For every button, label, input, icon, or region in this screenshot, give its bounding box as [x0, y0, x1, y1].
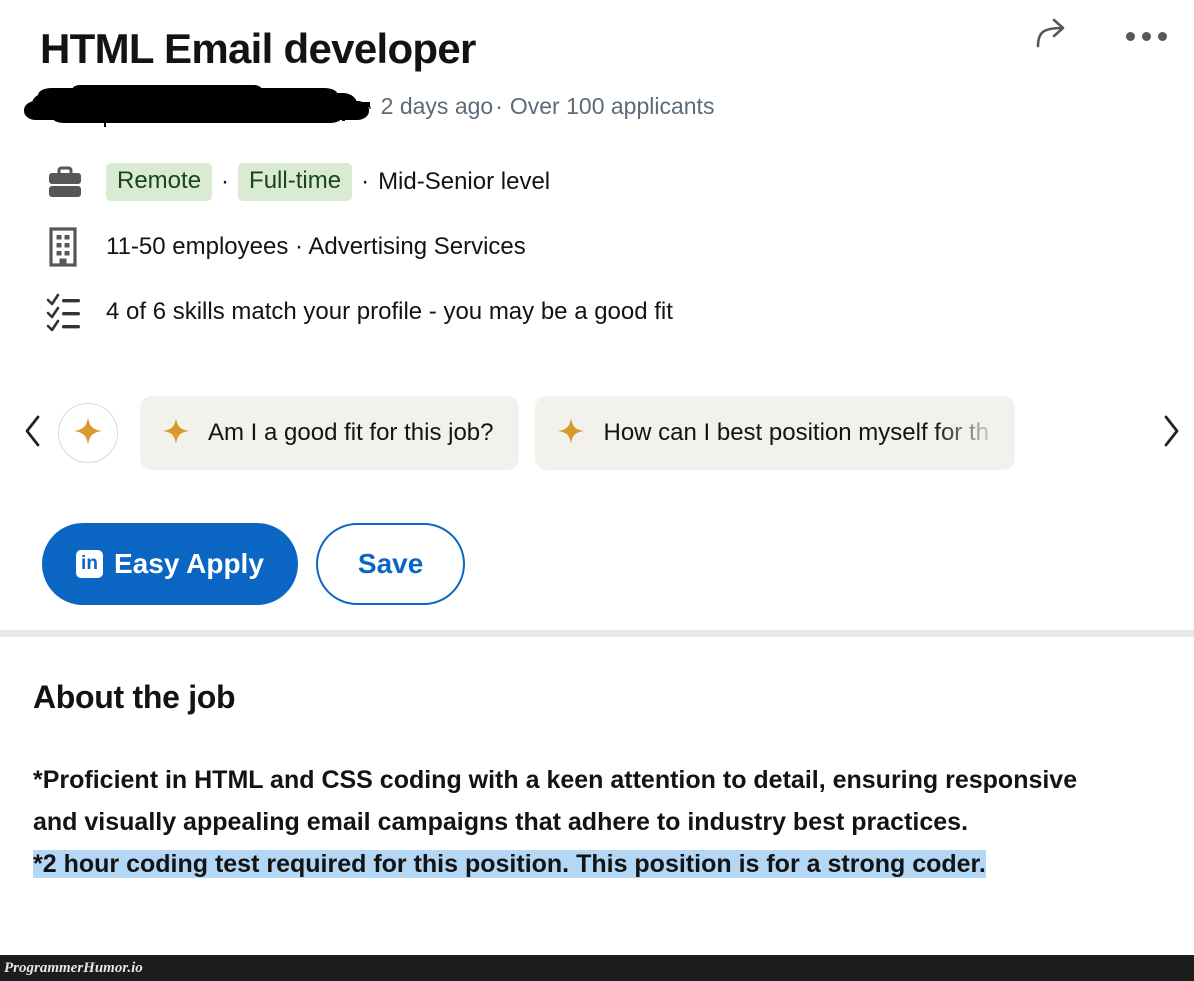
- chevron-right-icon: [1161, 414, 1181, 453]
- about-heading: About the job: [33, 679, 236, 715]
- chevron-left-icon: [23, 414, 43, 453]
- share-button[interactable]: [1030, 14, 1074, 58]
- detail-text-company-size: 11-50 employees · Advertising Services: [106, 233, 526, 260]
- job-details-list: Remote · Full-time · Mid-Senior level 11…: [46, 160, 673, 334]
- company-name-redaction: [24, 84, 370, 127]
- applicant-count: Over 100 applicants: [509, 92, 715, 119]
- share-arrow-icon: [1032, 18, 1072, 55]
- about-description: *Proficient in HTML and CSS coding with …: [33, 760, 1123, 885]
- detail-row-company-size: 11-50 employees · Advertising Services: [46, 225, 673, 269]
- watermark-text: ProgrammerHumor.io: [4, 959, 143, 976]
- ai-suggestions-carousel: Am I a good fit for this job? How can I …: [0, 392, 1194, 474]
- ai-assistant-button[interactable]: [58, 403, 118, 463]
- sparkle-icon: [557, 417, 585, 450]
- easy-apply-button[interactable]: in Easy Apply: [42, 523, 298, 605]
- ai-suggestion-chip-list: Am I a good fit for this job? How can I …: [140, 392, 1194, 474]
- section-divider: [0, 630, 1194, 637]
- action-buttons: in Easy Apply Save: [42, 523, 466, 605]
- carousel-prev-button[interactable]: [16, 414, 50, 453]
- ai-suggestion-chip[interactable]: Am I a good fit for this job?: [140, 396, 520, 470]
- carousel-next-button[interactable]: [1154, 406, 1188, 460]
- ai-suggestion-chip-label: Am I a good fit for this job?: [208, 419, 494, 446]
- company-meta-line: · 2 days ago · Over 100 applicants: [24, 85, 715, 127]
- about-paragraph: *Proficient in HTML and CSS coding with …: [33, 766, 1078, 836]
- detail-separator-2: ·: [361, 168, 370, 195]
- ai-suggestion-chip-label: How can I best position myself for th: [603, 419, 989, 446]
- page-title: HTML Email developer: [40, 25, 476, 72]
- briefcase-icon: [46, 164, 86, 200]
- about-highlighted-line: *2 hour coding test required for this po…: [33, 849, 986, 878]
- more-options-button[interactable]: [1124, 14, 1168, 58]
- seniority-level: Mid-Senior level: [378, 168, 551, 195]
- more-options-icon: [1125, 31, 1167, 41]
- badge-remote: Remote: [106, 162, 213, 202]
- detail-row-skills-match: 4 of 6 skills match your profile - you m…: [46, 290, 673, 334]
- badge-fulltime: Full-time: [238, 162, 353, 202]
- ai-suggestion-chip[interactable]: How can I best position myself for th: [535, 396, 1015, 470]
- job-posting-page: HTML Email developer · 2 days ago · Over…: [0, 0, 1194, 981]
- building-icon: [46, 227, 86, 267]
- meta-separator-2: ·: [495, 92, 503, 119]
- detail-text-employment: Remote · Full-time · Mid-Senior level: [106, 162, 551, 202]
- save-button[interactable]: Save: [315, 523, 466, 605]
- checklist-icon: [46, 291, 86, 333]
- detail-separator-1: ·: [221, 168, 230, 195]
- linkedin-logo-icon: in: [76, 550, 103, 578]
- detail-row-employment: Remote · Full-time · Mid-Senior level: [46, 160, 673, 204]
- sparkle-icon: [162, 417, 190, 450]
- detail-text-skills-match: 4 of 6 skills match your profile - you m…: [106, 298, 673, 325]
- top-actions: [1030, 14, 1168, 58]
- posted-ago: 2 days ago: [380, 92, 494, 119]
- watermark-bar: ProgrammerHumor.io: [0, 955, 1194, 981]
- sparkle-icon: [73, 416, 103, 451]
- easy-apply-label: Easy Apply: [114, 548, 264, 579]
